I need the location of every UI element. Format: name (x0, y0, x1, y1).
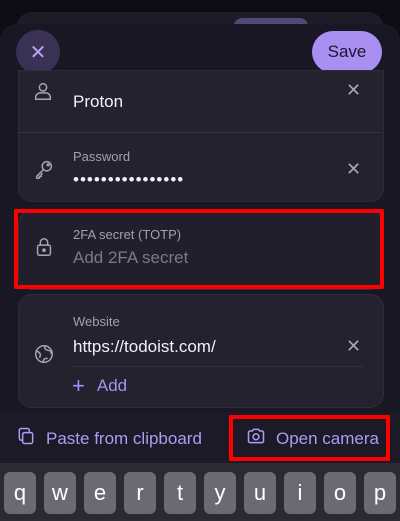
key-e[interactable]: e (84, 472, 116, 514)
paste-from-clipboard-button[interactable]: Paste from clipboard (16, 426, 202, 451)
user-icon (32, 80, 56, 104)
close-icon: ✕ (29, 41, 47, 64)
copy-icon (16, 426, 36, 451)
key-i[interactable]: i (284, 472, 316, 514)
key-u[interactable]: u (244, 472, 276, 514)
key-p[interactable]: p (364, 472, 396, 514)
globe-icon (33, 343, 57, 367)
key-icon (33, 158, 57, 182)
totp-highlight-box (14, 209, 384, 289)
add-website-button[interactable]: + Add (72, 374, 127, 398)
clear-password-icon[interactable]: ✕ (346, 159, 361, 180)
username-value[interactable]: Proton (73, 92, 123, 112)
key-r[interactable]: r (124, 472, 156, 514)
key-o[interactable]: o (324, 472, 356, 514)
add-website-label: Add (96, 376, 128, 395)
clear-website-icon[interactable]: ✕ (346, 336, 361, 357)
plus-icon: + (72, 373, 85, 398)
clear-username-icon[interactable]: ✕ (346, 80, 361, 101)
password-value[interactable]: •••••••••••••••• (73, 170, 184, 190)
password-label: Password (73, 149, 131, 164)
key-y[interactable]: y (204, 472, 236, 514)
key-t[interactable]: t (164, 472, 196, 514)
paste-label: Paste from clipboard (46, 428, 202, 448)
website-value[interactable]: https://todoist.com/ (73, 337, 216, 357)
divider (18, 132, 382, 133)
key-q[interactable]: q (4, 472, 36, 514)
divider (70, 366, 364, 367)
close-button[interactable]: ✕ (16, 30, 60, 74)
key-w[interactable]: w (44, 472, 76, 514)
camera-highlight-box (229, 415, 390, 461)
save-button[interactable]: Save (312, 31, 382, 73)
website-label: Website (73, 314, 120, 329)
